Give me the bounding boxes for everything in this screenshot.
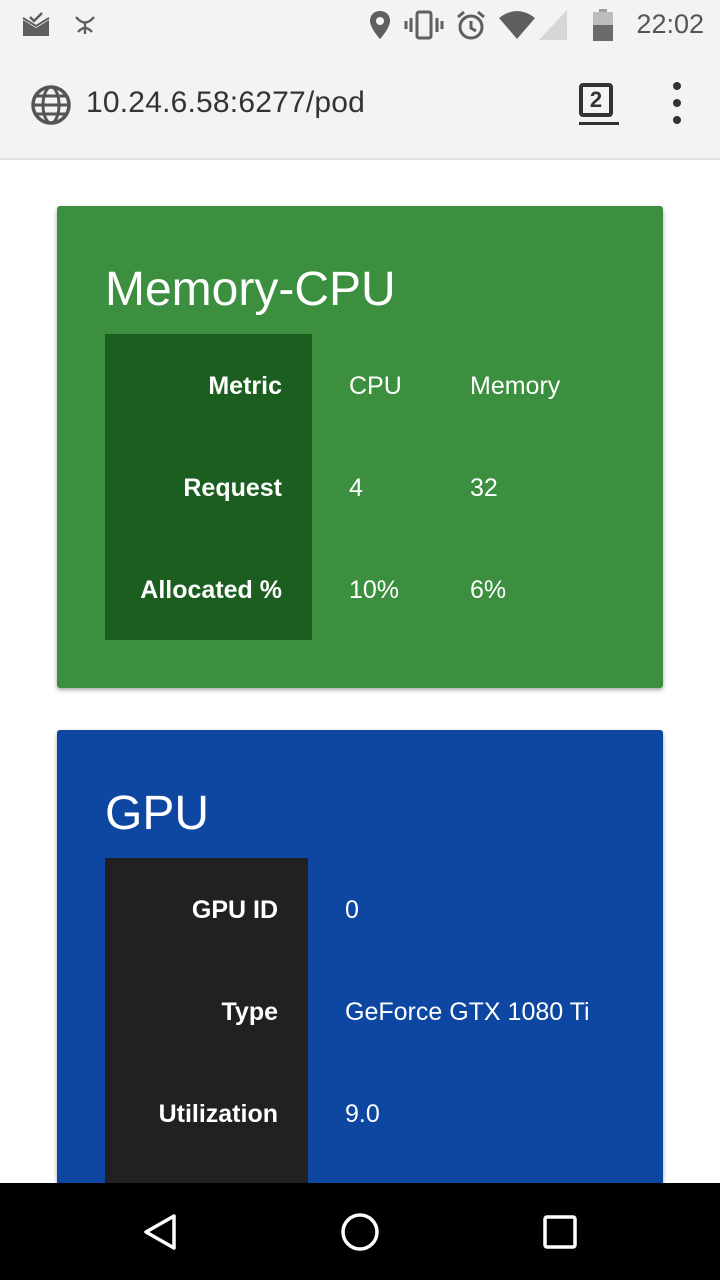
- tab-switcher-button[interactable]: 2: [579, 83, 613, 117]
- recents-icon[interactable]: [537, 1209, 583, 1255]
- more-vert-icon[interactable]: [660, 82, 694, 124]
- home-icon[interactable]: [337, 1209, 383, 1255]
- cell-memory-request: 32: [470, 474, 498, 502]
- tab-switcher-underline: [579, 122, 619, 125]
- app-notification-icon: [72, 8, 98, 42]
- clock-time: 22:02: [636, 9, 704, 39]
- browser-url-bar: 10.24.6.58:6277/pod 2: [0, 50, 720, 160]
- signal-icon: [538, 8, 568, 42]
- row-header-gpu-id: GPU ID: [191, 896, 278, 924]
- cell-memory-allocated: 6%: [470, 576, 507, 604]
- mail-check-icon: [20, 8, 52, 42]
- alarm-icon: [455, 8, 487, 42]
- battery-icon: [591, 8, 615, 42]
- cell-gpu-id: 0: [345, 896, 359, 924]
- cell-cpu-label: CPU: [349, 372, 402, 400]
- wifi-icon: [497, 8, 537, 42]
- cell-gpu-type: GeForce GTX 1080 Ti: [345, 998, 590, 1026]
- gpu-card: GPU GPU ID 0 Type GeForce GTX 1080 Ti Ut…: [57, 730, 663, 1200]
- row-header-request: Request: [183, 474, 282, 502]
- vibrate-icon: [404, 8, 444, 42]
- row-header-utilization: Utilization: [158, 1100, 278, 1128]
- location-icon: [368, 8, 392, 42]
- row-header-type: Type: [221, 998, 279, 1026]
- globe-icon[interactable]: [30, 84, 74, 128]
- cell-gpu-utilization: 9.0: [345, 1100, 380, 1128]
- status-bar: 22:02: [0, 0, 720, 50]
- cell-memory-label: Memory: [470, 372, 561, 400]
- card-title: GPU: [105, 787, 210, 840]
- row-header-allocated: Allocated %: [140, 576, 282, 604]
- cell-cpu-request: 4: [349, 474, 363, 502]
- navigation-bar: [0, 1183, 720, 1280]
- cell-cpu-allocated: 10%: [349, 576, 400, 604]
- memory-cpu-card: Memory-CPU Metric CPU Memory Request 4 3…: [57, 206, 663, 688]
- card-title: Memory-CPU: [105, 263, 396, 316]
- row-header-metric: Metric: [208, 372, 282, 400]
- back-icon[interactable]: [137, 1209, 183, 1255]
- url-text[interactable]: 10.24.6.58:6277/pod: [86, 86, 365, 120]
